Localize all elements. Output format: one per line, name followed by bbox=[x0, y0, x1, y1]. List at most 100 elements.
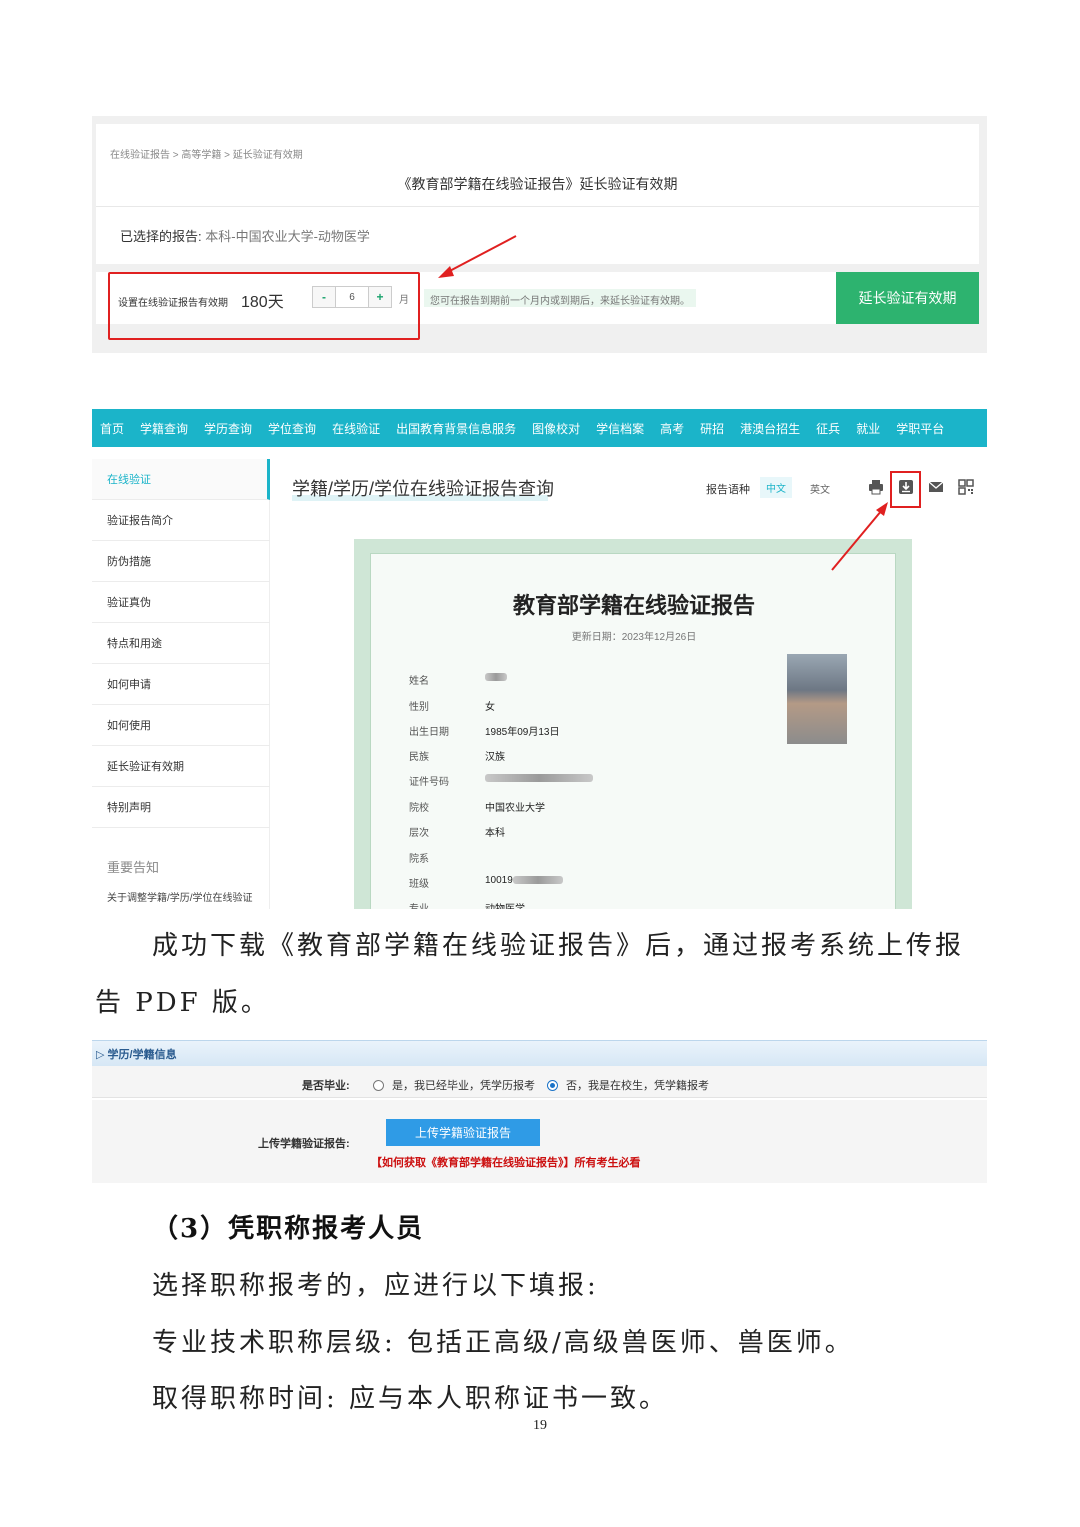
radio-no-label: 否，我是在校生，凭学籍报考 bbox=[566, 1080, 709, 1092]
nav-item-xueji[interactable]: 学籍查询 bbox=[140, 420, 188, 437]
certificate: 教育部学籍在线验证报告 更新日期：2023年12月26日 姓名 性别 女 出生日… bbox=[354, 539, 912, 909]
body-paragraph: 专业技术职称层级: 包括正高级/高级兽医师、兽医师。 bbox=[152, 1328, 854, 1358]
cert-value: 女 bbox=[485, 702, 495, 713]
nav-item-gaokao[interactable]: 高考 bbox=[660, 420, 684, 437]
qrcode-icon[interactable] bbox=[958, 479, 974, 495]
cert-value: 动物医学 bbox=[485, 900, 525, 909]
sidebar-item-online-verify[interactable]: 在线验证 bbox=[92, 459, 270, 500]
cert-row-level: 层次 本科 bbox=[409, 824, 709, 839]
sidebar-item-verify[interactable]: 验证真伪 bbox=[92, 582, 270, 623]
certificate-body: 教育部学籍在线验证报告 更新日期：2023年12月26日 姓名 性别 女 出生日… bbox=[370, 553, 896, 909]
upload-label: 上传学籍验证报告: bbox=[258, 1138, 350, 1150]
nav-item-xuezhi[interactable]: 学职平台 bbox=[896, 420, 944, 437]
cert-key: 性别 bbox=[409, 702, 429, 713]
cert-key: 证件号码 bbox=[409, 777, 449, 788]
cert-value: 本科 bbox=[485, 828, 505, 839]
selected-report-value: 本科-中国农业大学-动物医学 bbox=[205, 229, 370, 244]
cert-key: 班级 bbox=[409, 879, 429, 890]
sidebar-item-anticounterfeit[interactable]: 防伪措施 bbox=[92, 541, 270, 582]
sidebar-item-use[interactable]: 如何使用 bbox=[92, 705, 270, 746]
radio-yes-label: 是，我已经毕业，凭学历报考 bbox=[392, 1080, 535, 1092]
notice-title: 重要告知 bbox=[107, 860, 160, 875]
language-label: 报告语种 bbox=[706, 484, 750, 496]
cert-value: 中国农业大学 bbox=[485, 803, 545, 814]
cert-row-ethnicity: 民族 汉族 bbox=[409, 748, 709, 763]
nav-item-online-verify[interactable]: 在线验证 bbox=[332, 420, 380, 437]
cert-key: 院系 bbox=[409, 854, 429, 865]
extend-hint: 您可在报告到期前一个月内或到期后，来延长验证有效期。 bbox=[424, 289, 696, 307]
body-paragraph: 成功下载《教育部学籍在线验证报告》后，通过报考系统上传报 bbox=[152, 931, 965, 961]
cert-row-id: 证件号码 bbox=[409, 773, 709, 788]
nav-item-abroad[interactable]: 出国教育背景信息服务 bbox=[396, 420, 516, 437]
cert-row-name: 姓名 bbox=[409, 672, 709, 687]
language-english[interactable]: 英文 bbox=[810, 481, 830, 496]
certificate-title: 教育部学籍在线验证报告 bbox=[512, 593, 755, 618]
cert-row-birth: 出生日期 1985年09月13日 bbox=[409, 723, 709, 738]
body-paragraph: 取得职称时间: 应与本人职称证书一致。 bbox=[152, 1384, 669, 1414]
cert-value: 1985年09月13日 bbox=[485, 727, 560, 738]
help-link[interactable]: 【如何获取《教育部学籍在线验证报告》】所有考生必看 bbox=[371, 1154, 641, 1170]
cert-row-major: 专业 动物医学 bbox=[409, 900, 709, 909]
radio-no[interactable] bbox=[547, 1079, 558, 1091]
nav-item-archive[interactable]: 学信档案 bbox=[596, 420, 644, 437]
sidebar: 在线验证 验证报告简介 防伪措施 验证真伪 特点和用途 如何申请 如何使用 延长… bbox=[92, 459, 270, 909]
upload-report-button[interactable]: 上传学籍验证报告 bbox=[386, 1119, 540, 1146]
cert-value: 汉族 bbox=[485, 752, 505, 763]
top-nav: 首页 学籍查询 学历查询 学位查询 在线验证 出国教育背景信息服务 图像校对 学… bbox=[92, 409, 987, 447]
nav-item-jiuye[interactable]: 就业 bbox=[856, 420, 880, 437]
sidebar-item-statement[interactable]: 特别声明 bbox=[92, 787, 270, 828]
selected-report-label: 已选择的报告: bbox=[120, 229, 202, 244]
notice-link[interactable]: 关于调整学籍/学历/学位在线验证 bbox=[107, 889, 253, 904]
section-title: （3）凭职称报考人员 bbox=[152, 1214, 425, 1244]
extend-validity-button[interactable]: 延长验证有效期 bbox=[836, 272, 979, 324]
cert-key: 层次 bbox=[409, 828, 429, 839]
body-paragraph: 告 PDF 版。 bbox=[95, 988, 270, 1018]
class-prefix: 10019 bbox=[485, 875, 513, 886]
cert-key: 民族 bbox=[409, 752, 429, 763]
report-query-title: 学籍/学历/学位在线验证报告查询 bbox=[292, 479, 555, 499]
sidebar-item-apply[interactable]: 如何申请 bbox=[92, 664, 270, 705]
mail-icon[interactable] bbox=[928, 479, 944, 495]
selected-report: 已选择的报告: 本科-中国农业大学-动物医学 bbox=[120, 226, 370, 245]
report-header-panel: 在线验证报告 > 高等学籍 > 延长验证有效期 《教育部学籍在线验证报告》延长验… bbox=[96, 124, 979, 264]
annotation-arrow bbox=[831, 502, 888, 571]
language-chinese[interactable]: 中文 bbox=[760, 477, 792, 498]
cert-row-class: 班级 10019 bbox=[409, 875, 709, 890]
section-header: ▷ 学历/学籍信息 bbox=[92, 1040, 987, 1066]
divider bbox=[96, 206, 979, 207]
cert-value: 10019 bbox=[485, 875, 563, 886]
cert-key: 专业 bbox=[409, 900, 429, 909]
cert-row-department: 院系 bbox=[409, 850, 709, 865]
nav-item-gat[interactable]: 港澳台招生 bbox=[740, 420, 800, 437]
annotation-arrow bbox=[438, 235, 517, 278]
cert-key: 院校 bbox=[409, 803, 429, 814]
nav-item-home[interactable]: 首页 bbox=[100, 420, 124, 437]
chsi-report-screenshot: 首页 学籍查询 学历查询 学位查询 在线验证 出国教育背景信息服务 图像校对 学… bbox=[92, 409, 987, 909]
cert-row-school: 院校 中国农业大学 bbox=[409, 799, 709, 814]
student-photo bbox=[787, 654, 847, 744]
certificate-date: 更新日期：2023年12月26日 bbox=[571, 632, 697, 643]
highlight-box bbox=[890, 471, 921, 508]
radio-yes[interactable] bbox=[373, 1079, 384, 1091]
cert-row-gender: 性别 女 bbox=[409, 698, 709, 713]
nav-item-zhengbing[interactable]: 征兵 bbox=[816, 420, 840, 437]
upload-form-screenshot: ▷ 学历/学籍信息 是否毕业: 是，我已经毕业，凭学历报考 否，我是在校生，凭学… bbox=[92, 1040, 987, 1183]
page-title: 《教育部学籍在线验证报告》延长验证有效期 bbox=[397, 176, 678, 192]
breadcrumb[interactable]: 在线验证报告 > 高等学籍 > 延长验证有效期 bbox=[110, 146, 303, 161]
nav-item-xueli[interactable]: 学历查询 bbox=[204, 420, 252, 437]
cert-value-redacted bbox=[485, 672, 507, 683]
nav-item-image-check[interactable]: 图像校对 bbox=[532, 420, 580, 437]
cert-key: 出生日期 bbox=[409, 727, 449, 738]
sidebar-item-extend[interactable]: 延长验证有效期 bbox=[92, 746, 270, 787]
cert-key: 姓名 bbox=[409, 676, 429, 687]
sidebar-item-features[interactable]: 特点和用途 bbox=[92, 623, 270, 664]
print-icon[interactable] bbox=[868, 479, 884, 495]
nav-item-yanzhao[interactable]: 研招 bbox=[700, 420, 724, 437]
sidebar-item-intro[interactable]: 验证报告简介 bbox=[92, 500, 270, 541]
graduated-radio-group: 是，我已经毕业，凭学历报考 否，我是在校生，凭学籍报考 bbox=[373, 1077, 709, 1093]
nav-item-xuewei[interactable]: 学位查询 bbox=[268, 420, 316, 437]
body-paragraph: 选择职称报考的，应进行以下填报: bbox=[152, 1271, 599, 1301]
page-number: 19 bbox=[533, 1418, 547, 1433]
graduated-label: 是否毕业: bbox=[302, 1080, 350, 1092]
extend-validity-screenshot: 在线验证报告 > 高等学籍 > 延长验证有效期 《教育部学籍在线验证报告》延长验… bbox=[92, 116, 987, 353]
